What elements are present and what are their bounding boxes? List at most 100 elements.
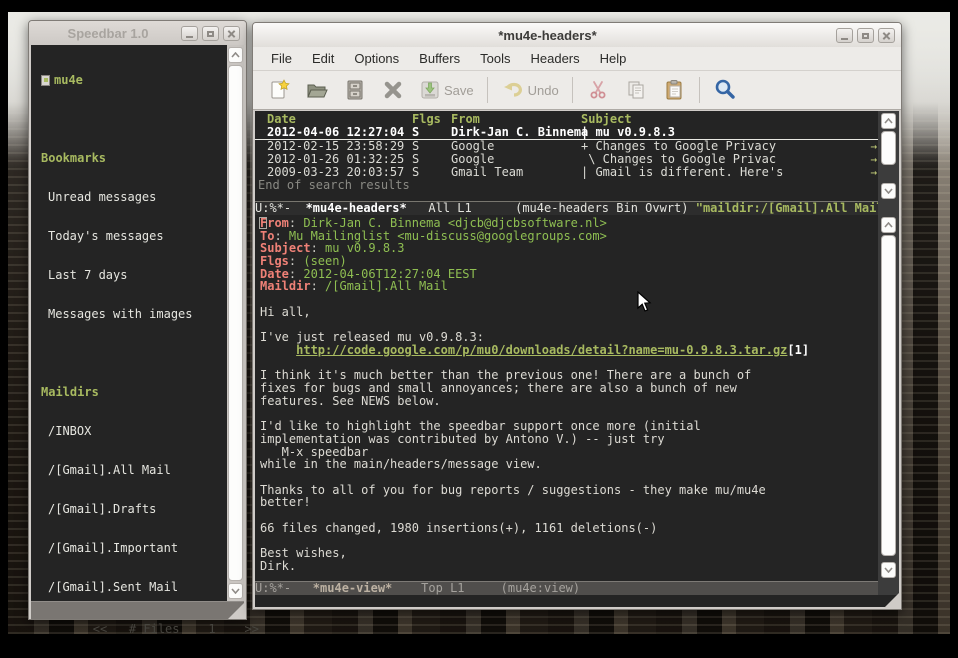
headers-pane: Date Flgs From Subject 2012-04-06 12:27:… <box>255 111 878 201</box>
message-view-pane: From: Dirk-Jan C. Binnema <djcb@djcbsoft… <box>255 215 878 581</box>
chevron-up-icon <box>884 118 893 124</box>
sidebar-item-todays-messages[interactable]: Today's messages <box>41 230 227 243</box>
new-file-button[interactable] <box>261 74 297 106</box>
menu-tools[interactable]: Tools <box>470 51 520 66</box>
menu-file[interactable]: File <box>261 51 302 66</box>
open-folder-icon <box>305 79 329 101</box>
open-file-button[interactable] <box>299 74 335 106</box>
view-mode-line: U:%*- *mu4e-view* Top L1 (mu4e:view) <box>255 581 878 595</box>
scroll-up-button[interactable] <box>881 113 896 129</box>
headers-scrollbar[interactable] <box>881 111 896 201</box>
speedbar-titlebar[interactable]: Speedbar 1.0 <box>29 21 246 45</box>
sidebar-item-unread-messages[interactable]: Unread messages <box>41 191 227 204</box>
undo-button-label: Undo <box>528 83 559 98</box>
scissors-icon <box>587 79 609 101</box>
menu-help[interactable]: Help <box>590 51 637 66</box>
field-maildir: Maildir: /[Gmail].All Mail <box>260 280 878 293</box>
speedbar-node-icon[interactable] <box>41 75 50 86</box>
scroll-up-button[interactable] <box>881 217 896 233</box>
resize-grip[interactable] <box>228 603 244 619</box>
cut-button[interactable] <box>580 74 616 106</box>
sidebar-item-all-mail[interactable]: /[Gmail].All Mail <box>41 464 227 477</box>
truncation-arrow-icon: → <box>870 153 877 166</box>
paste-clipboard-icon <box>663 79 685 101</box>
save-button[interactable]: Save <box>413 74 480 106</box>
mu4e-window: *mu4e-headers* File Edit Options Buffers… <box>252 22 902 610</box>
link-footnote-ref: [1] <box>787 343 809 357</box>
mouse-cursor <box>637 291 652 312</box>
scroll-thumb[interactable] <box>228 65 243 581</box>
file-cabinet-icon <box>344 79 366 101</box>
message-link-line: http://code.google.com/p/mu0/downloads/d… <box>260 344 878 357</box>
mu4e-scrollbar-column <box>878 111 899 595</box>
save-button-label: Save <box>444 83 474 98</box>
end-of-search-results: End of search results <box>255 179 878 192</box>
speedbar-scrollbar[interactable] <box>227 45 244 601</box>
chevron-up-icon <box>231 52 240 58</box>
search-button[interactable] <box>707 74 743 106</box>
sidebar-item-sent-mail[interactable]: /[Gmail].Sent Mail <box>41 581 227 594</box>
scroll-down-button[interactable] <box>881 562 896 578</box>
maximize-icon <box>207 31 214 37</box>
close-button[interactable] <box>878 28 895 43</box>
message-row-selected[interactable]: 2012-04-06 12:27:04 S Dirk-Jan C. Binnem… <box>255 126 878 140</box>
scroll-up-button[interactable] <box>228 47 243 63</box>
desktop: Speedbar 1.0 mu4e Bookmarks Unread messa… <box>0 0 958 658</box>
headers-mode-line: U:%*- *mu4e-headers* All L1 (mu4e-header… <box>255 201 878 215</box>
text-cursor <box>259 217 267 229</box>
maildirs-header: Maildirs <box>41 386 227 399</box>
file-cabinet-button[interactable] <box>337 74 373 106</box>
mu4e-titlebar[interactable]: *mu4e-headers* <box>253 23 901 47</box>
maximize-icon <box>862 33 869 39</box>
minimize-icon <box>186 36 193 38</box>
minimize-icon <box>841 38 848 40</box>
menu-headers[interactable]: Headers <box>520 51 589 66</box>
copy-icon <box>625 79 647 101</box>
close-buffer-button[interactable] <box>375 74 411 106</box>
speedbar-content: mu4e Bookmarks Unread messages Today's m… <box>31 45 227 601</box>
message-body-top: Hi all, I've just released mu v0.9.8.3: <box>260 293 878 344</box>
scroll-thumb[interactable] <box>881 235 896 556</box>
new-file-icon <box>268 79 290 101</box>
maximize-button[interactable] <box>857 28 874 43</box>
sidebar-item-messages-with-images[interactable]: Messages with images <box>41 308 227 321</box>
undo-button[interactable]: Undo <box>495 74 565 106</box>
buffer-name: *mu4e-view* <box>313 581 392 595</box>
toolbar-separator <box>572 77 573 103</box>
sidebar-item-last-7-days[interactable]: Last 7 days <box>41 269 227 282</box>
minibuffer[interactable] <box>255 595 899 607</box>
scroll-down-button[interactable] <box>881 183 896 199</box>
paste-button[interactable] <box>656 74 692 106</box>
speedbar-status-text: << # Files 1 >> <box>93 622 259 636</box>
message-row[interactable]: 2009-03-23 20:03:57 S Gmail Team | Gmail… <box>255 166 878 179</box>
scroll-down-button[interactable] <box>228 583 243 599</box>
maximize-button[interactable] <box>202 26 219 41</box>
toolbar-separator <box>699 77 700 103</box>
speedbar-status-bar[interactable]: << # Files 1 >> <box>31 601 244 619</box>
minimize-button[interactable] <box>181 26 198 41</box>
minimize-button[interactable] <box>836 28 853 43</box>
scroll-thumb[interactable] <box>881 131 896 165</box>
speedbar-window: Speedbar 1.0 mu4e Bookmarks Unread messa… <box>28 20 247 620</box>
close-button[interactable] <box>223 26 240 41</box>
message-body-bottom: I think it's much better than the previo… <box>260 357 878 573</box>
speedbar-window-title: Speedbar 1.0 <box>35 26 181 41</box>
chevron-down-icon <box>884 188 893 194</box>
menu-buffers[interactable]: Buffers <box>409 51 470 66</box>
column-header-subject[interactable]: Subject <box>581 113 878 126</box>
speedbar-root-label: mu4e <box>54 74 83 87</box>
bookmarks-header: Bookmarks <box>41 152 227 165</box>
menu-edit[interactable]: Edit <box>302 51 344 66</box>
copy-button[interactable] <box>618 74 654 106</box>
download-link[interactable]: http://code.google.com/p/mu0/downloads/d… <box>296 343 787 357</box>
truncation-arrow-icon: → <box>870 166 877 179</box>
toolbar: Save Undo <box>253 71 901 110</box>
sidebar-item-drafts[interactable]: /[Gmail].Drafts <box>41 503 227 516</box>
view-scrollbar[interactable] <box>881 215 896 581</box>
speedbar-root-mu4e[interactable]: mu4e <box>41 74 227 87</box>
menu-options[interactable]: Options <box>344 51 409 66</box>
close-x-icon <box>382 79 404 101</box>
sidebar-item-important[interactable]: /[Gmail].Important <box>41 542 227 555</box>
sidebar-item-inbox[interactable]: /INBOX <box>41 425 227 438</box>
buffer-name: *mu4e-headers* <box>306 201 407 215</box>
